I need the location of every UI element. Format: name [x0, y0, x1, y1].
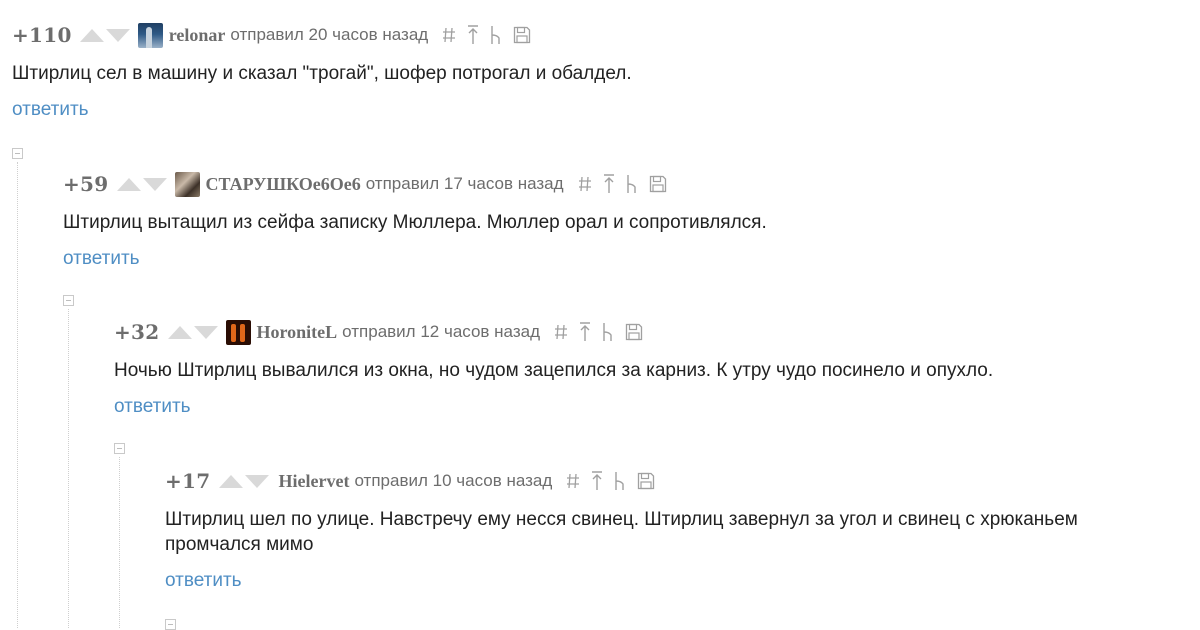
vote-up-icon[interactable]	[167, 325, 192, 339]
vote-controls	[79, 28, 130, 42]
comment-timestamp: отправил 17 часов назад	[365, 174, 564, 193]
arrow-up-icon[interactable]	[579, 322, 591, 342]
comment-text: Штирлиц вытащил из сейфа записку Мюллера…	[63, 212, 767, 233]
vote-down-icon[interactable]	[105, 28, 130, 42]
hash-icon[interactable]	[578, 176, 592, 192]
collapse-toggle[interactable]	[12, 148, 23, 159]
comment-text-line: промчался мимо	[165, 534, 314, 555]
save-icon[interactable]	[625, 323, 643, 341]
arrow-up-icon[interactable]	[603, 174, 615, 194]
comment-timestamp: отправил 10 часов назад	[354, 471, 553, 490]
username-link[interactable]: Hielervet	[279, 471, 350, 492]
comment-text: Ночью Штирлиц вывалился из окна, но чудо…	[114, 360, 994, 381]
username-link[interactable]: relonar	[169, 25, 226, 46]
reply-link[interactable]: ответить	[165, 570, 242, 592]
branch-icon[interactable]	[626, 174, 638, 194]
comment-text: Штирлиц сел в машину и сказал "трогай", …	[12, 63, 632, 84]
save-icon[interactable]	[649, 175, 667, 193]
comment-header: +32 HoroniteL отправил 12 часов назад	[114, 319, 1194, 345]
vote-controls	[116, 177, 167, 191]
reply-link[interactable]: ответить	[63, 248, 140, 270]
collapse-toggle[interactable]	[114, 443, 125, 454]
comment-rating: +17	[165, 469, 211, 493]
comment-rating: +59	[63, 172, 109, 196]
comment-timestamp: отправил 20 часов назад	[230, 25, 429, 44]
vote-controls	[218, 474, 269, 488]
hash-icon[interactable]	[566, 473, 580, 489]
comment-actions	[578, 174, 667, 194]
username-link[interactable]: HoroniteL	[257, 322, 338, 343]
comment-header: +59 СТАРУШКОе6Ое6 отправил 17 часов наза…	[63, 171, 1193, 197]
vote-down-icon[interactable]	[244, 474, 269, 488]
vote-up-icon[interactable]	[79, 28, 104, 42]
username-link[interactable]: СТАРУШКОе6Ое6	[206, 174, 361, 195]
comment: +17 Hielervet отправил 10 часов назад Шт…	[165, 468, 1195, 592]
vote-up-icon[interactable]	[218, 474, 243, 488]
thread-line	[17, 162, 18, 628]
vote-up-icon[interactable]	[116, 177, 141, 191]
reply-link[interactable]: ответить	[114, 396, 191, 418]
arrow-up-icon[interactable]	[467, 25, 479, 45]
comment-text: Штирлиц шел по улице. Навстречу ему несс…	[165, 507, 1195, 557]
comment-actions	[442, 25, 531, 45]
comment-timestamp: отправил 12 часов назад	[342, 322, 540, 341]
comment-rating: +110	[12, 23, 72, 47]
vote-controls	[167, 325, 218, 339]
comment: +59 СТАРУШКОе6Ое6 отправил 17 часов наза…	[63, 171, 1193, 270]
save-icon[interactable]	[513, 26, 531, 44]
vote-down-icon[interactable]	[193, 325, 218, 339]
save-icon[interactable]	[637, 472, 655, 490]
avatar[interactable]	[225, 319, 251, 345]
branch-icon[interactable]	[614, 471, 626, 491]
hash-icon[interactable]	[554, 324, 568, 340]
branch-icon[interactable]	[490, 25, 502, 45]
thread-line	[119, 457, 120, 628]
comment-rating: +32	[114, 320, 160, 344]
hash-icon[interactable]	[442, 27, 456, 43]
comment: +110 relonar отправил 20 часов назад Шти…	[12, 22, 1192, 121]
avatar[interactable]	[137, 22, 163, 48]
avatar[interactable]	[174, 171, 200, 197]
comment-header: +110 relonar отправил 20 часов назад	[12, 22, 1192, 48]
collapse-toggle[interactable]	[165, 619, 176, 630]
comment-actions	[554, 322, 643, 342]
vote-down-icon[interactable]	[142, 177, 167, 191]
thread-line	[68, 309, 69, 628]
reply-link[interactable]: ответить	[12, 99, 89, 121]
comment-actions	[566, 471, 655, 491]
comment-header: +17 Hielervet отправил 10 часов назад	[165, 468, 1195, 494]
comment-thread: +110 relonar отправил 20 часов назад Шти…	[0, 0, 1200, 630]
comment: +32 HoroniteL отправил 12 часов назад Но…	[114, 319, 1194, 418]
branch-icon[interactable]	[602, 322, 614, 342]
arrow-up-icon[interactable]	[591, 471, 603, 491]
collapse-toggle[interactable]	[63, 295, 74, 306]
comment-text-line: Штирлиц шел по улице. Навстречу ему несс…	[165, 509, 1078, 530]
